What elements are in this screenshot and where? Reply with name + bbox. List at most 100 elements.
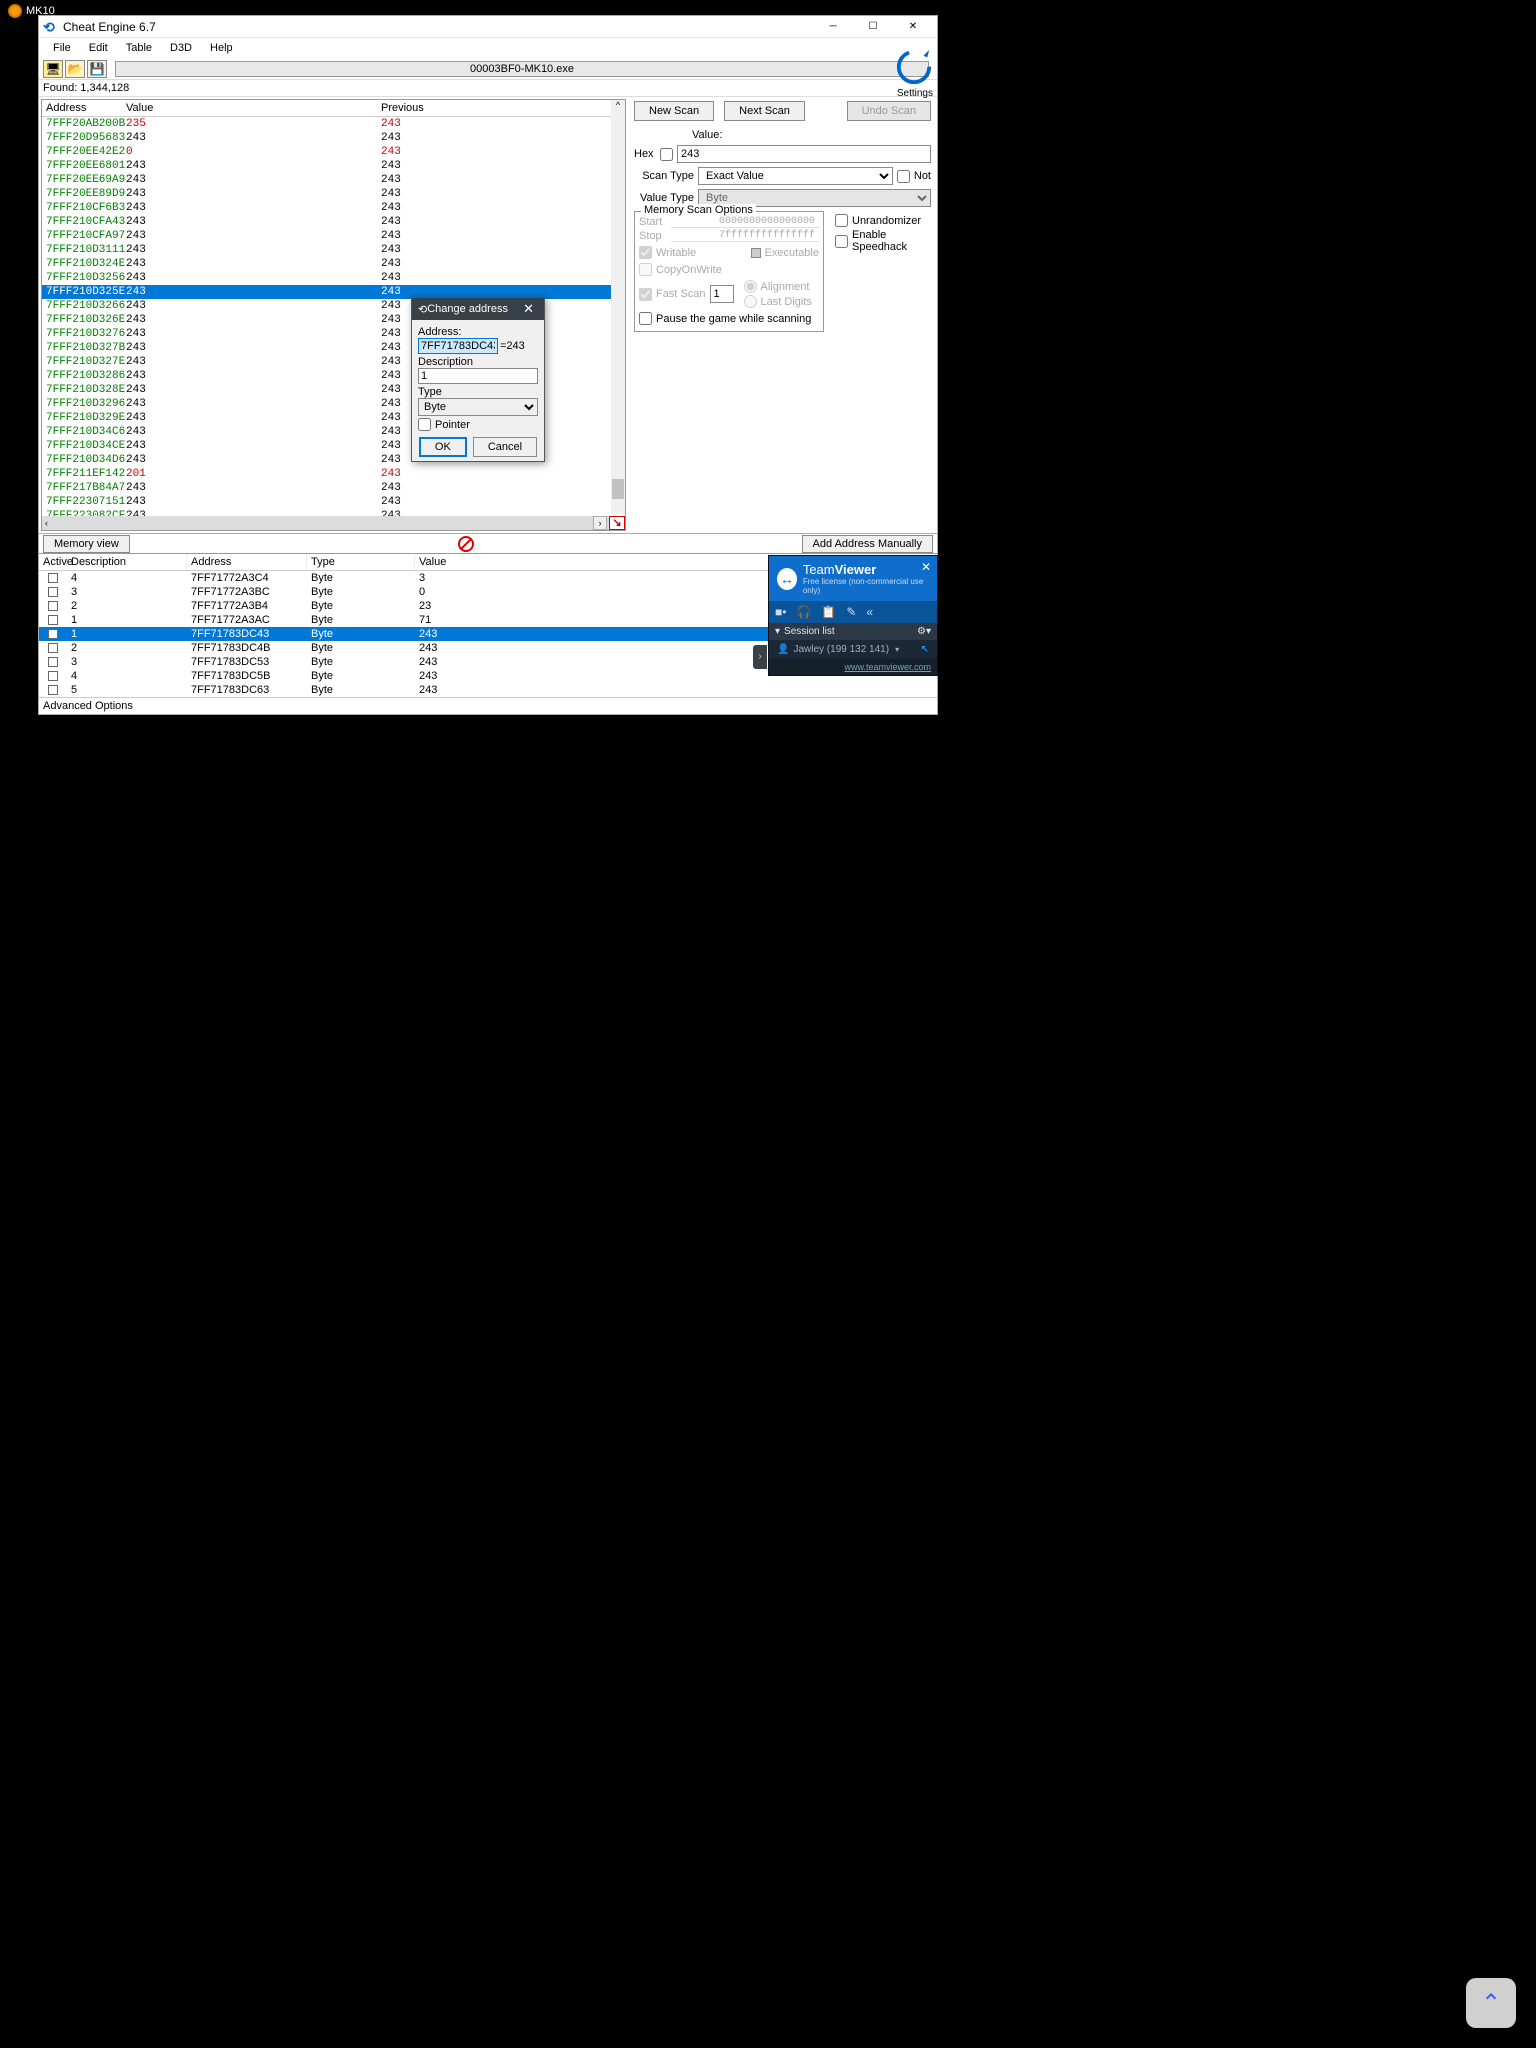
results-row[interactable]: 7FFF210D3256243243 xyxy=(42,271,625,285)
menu-edit[interactable]: Edit xyxy=(81,40,116,56)
dialog-desc-input[interactable] xyxy=(418,368,538,384)
results-row[interactable]: 7FFF22307151243243 xyxy=(42,495,625,509)
alignment-radio xyxy=(744,280,757,293)
memory-view-button[interactable]: Memory view xyxy=(43,535,130,553)
results-row[interactable]: 7FFF210D324E243243 xyxy=(42,257,625,271)
pause-check[interactable] xyxy=(639,312,652,325)
results-row[interactable]: 7FFF210CFA97243243 xyxy=(42,229,625,243)
results-row[interactable]: 7FFF20EE42E20243 xyxy=(42,145,625,159)
dialog-pointer-check[interactable] xyxy=(418,418,431,431)
clipboard-icon[interactable]: 📋 xyxy=(821,605,836,619)
results-row[interactable]: 7FFF20D95683243243 xyxy=(42,131,625,145)
dialog-titlebar[interactable]: ⟲ Change address ✕ xyxy=(412,298,544,320)
not-checkbox[interactable] xyxy=(897,170,910,183)
brush-icon[interactable]: ✎ xyxy=(846,605,856,619)
hex-checkbox[interactable] xyxy=(660,148,673,161)
more-icon[interactable]: « xyxy=(866,605,873,619)
unrandomizer-check[interactable] xyxy=(835,214,848,227)
header-value[interactable]: Value xyxy=(122,100,377,116)
close-button[interactable]: ✕ xyxy=(893,17,933,37)
mid-bar: Memory view Add Address Manually xyxy=(39,533,937,553)
al-header-addr[interactable]: Address xyxy=(187,554,307,570)
new-scan-button[interactable]: New Scan xyxy=(634,101,714,121)
tv-title: TeamViewer xyxy=(803,562,929,577)
minimize-button[interactable]: ─ xyxy=(813,17,853,37)
value-input[interactable] xyxy=(677,145,931,163)
results-row[interactable]: 7FFF210CFA43243243 xyxy=(42,215,625,229)
mem-options-legend: Memory Scan Options xyxy=(641,204,756,216)
save-button[interactable]: 💾 xyxy=(87,60,107,78)
menu-help[interactable]: Help xyxy=(202,40,241,56)
tv-session-header[interactable]: ▾Session list ⚙▾ xyxy=(769,623,937,640)
undo-scan-button[interactable]: Undo Scan xyxy=(847,101,931,121)
dialog-type-label: Type xyxy=(418,386,538,398)
ce-icon: ⟲ xyxy=(43,19,59,35)
next-scan-button[interactable]: Next Scan xyxy=(724,101,805,121)
dialog-type-select[interactable]: Byte xyxy=(418,398,538,416)
al-header-active[interactable]: Active xyxy=(39,554,67,570)
scan-pane: New Scan Next Scan Undo Scan Value: Hex … xyxy=(628,97,937,533)
gear-icon[interactable]: ⚙▾ xyxy=(917,626,931,637)
lastdigits-radio xyxy=(744,295,757,308)
cursor-icon[interactable]: ↖ xyxy=(921,644,929,655)
al-header-type[interactable]: Type xyxy=(307,554,415,570)
titlebar[interactable]: ⟲ Cheat Engine 6.7 ─ ☐ ✕ xyxy=(39,16,937,38)
al-header-desc[interactable]: Description xyxy=(67,554,187,570)
tv-session-item[interactable]: 👤 Jawley (199 132 141) ▾ ↖ xyxy=(769,640,937,659)
add-address-manually-button[interactable]: Add Address Manually xyxy=(802,535,933,553)
menu-table[interactable]: Table xyxy=(118,40,160,56)
video-icon[interactable]: ■• xyxy=(775,605,786,619)
results-row[interactable]: 7FFF20EE6801243243 xyxy=(42,159,625,173)
mk10-icon xyxy=(8,4,22,18)
header-address[interactable]: Address xyxy=(42,100,122,116)
copyonwrite-check xyxy=(639,263,652,276)
dialog-cancel-button[interactable]: Cancel xyxy=(473,437,537,457)
results-row[interactable]: 7FFF211EF142201243 xyxy=(42,467,625,481)
dialog-title: Change address xyxy=(427,303,519,315)
tv-close-button[interactable]: ✕ xyxy=(921,560,931,574)
addrlist-row[interactable]: 57FF71783DC63Byte243 xyxy=(39,683,937,697)
found-count: Found: 1,344,128 xyxy=(39,80,937,97)
tv-subtitle: Free license (non-commercial use only) xyxy=(803,577,929,595)
results-row[interactable]: 7FFF20EE89D9243243 xyxy=(42,187,625,201)
results-row[interactable]: 7FFF20EE69A9243243 xyxy=(42,173,625,187)
stop-addr[interactable]: 7fffffffffffffff xyxy=(671,230,819,242)
menubar: File Edit Table D3D Help xyxy=(39,38,937,58)
process-name[interactable]: 00003BF0-MK10.exe xyxy=(115,61,929,77)
scroll-up-button[interactable]: ⌃ xyxy=(1466,1978,1516,2028)
open-process-button[interactable]: 🖥 xyxy=(43,60,63,78)
ce-logo-icon[interactable] xyxy=(895,48,933,86)
results-row[interactable]: 7FFF210CF6B3243243 xyxy=(42,201,625,215)
add-to-list-button[interactable]: ↘ xyxy=(609,516,625,530)
advanced-options[interactable]: Advanced Options xyxy=(39,697,937,714)
header-previous[interactable]: Previous xyxy=(377,100,625,116)
scan-type-select[interactable]: Exact Value xyxy=(698,167,893,185)
menu-file[interactable]: File xyxy=(45,40,79,56)
dialog-address-input[interactable] xyxy=(418,338,498,354)
not-label: Not xyxy=(914,170,931,182)
open-file-button[interactable]: 📂 xyxy=(65,60,85,78)
scrollbar-vertical[interactable]: ^ xyxy=(611,100,625,514)
value-label: Value: xyxy=(692,129,722,141)
menu-d3d[interactable]: D3D xyxy=(162,40,200,56)
fastscan-val[interactable] xyxy=(710,285,734,303)
tv-header[interactable]: ↔ TeamViewer Free license (non-commercia… xyxy=(769,556,937,601)
tv-collapse-tab[interactable]: › xyxy=(753,645,767,669)
headset-icon[interactable]: 🎧 xyxy=(796,605,811,619)
results-row[interactable]: 7FFF20AB200B235243 xyxy=(42,117,625,131)
start-addr[interactable]: 0000000000000000 xyxy=(671,216,819,228)
dialog-ok-button[interactable]: OK xyxy=(419,437,467,457)
change-address-dialog: ⟲ Change address ✕ Address: =243 Descrip… xyxy=(411,297,545,462)
speedhack-check[interactable] xyxy=(835,235,848,248)
stop-label: Stop xyxy=(639,230,667,242)
maximize-button[interactable]: ☐ xyxy=(853,17,893,37)
tv-icons-row: ■• 🎧 📋 ✎ « xyxy=(769,601,937,623)
dialog-close-button[interactable]: ✕ xyxy=(519,301,538,317)
scrollbar-horizontal[interactable]: ‹ xyxy=(42,516,611,530)
no-icon[interactable] xyxy=(458,536,474,552)
toolbar: 🖥 📂 💾 00003BF0-MK10.exe xyxy=(39,58,937,80)
tv-footer-link[interactable]: www.teamviewer.com xyxy=(769,659,937,675)
results-row[interactable]: 7FFF217B84A7243243 xyxy=(42,481,625,495)
scroll-right[interactable]: › xyxy=(593,516,607,530)
results-row[interactable]: 7FFF210D3111243243 xyxy=(42,243,625,257)
